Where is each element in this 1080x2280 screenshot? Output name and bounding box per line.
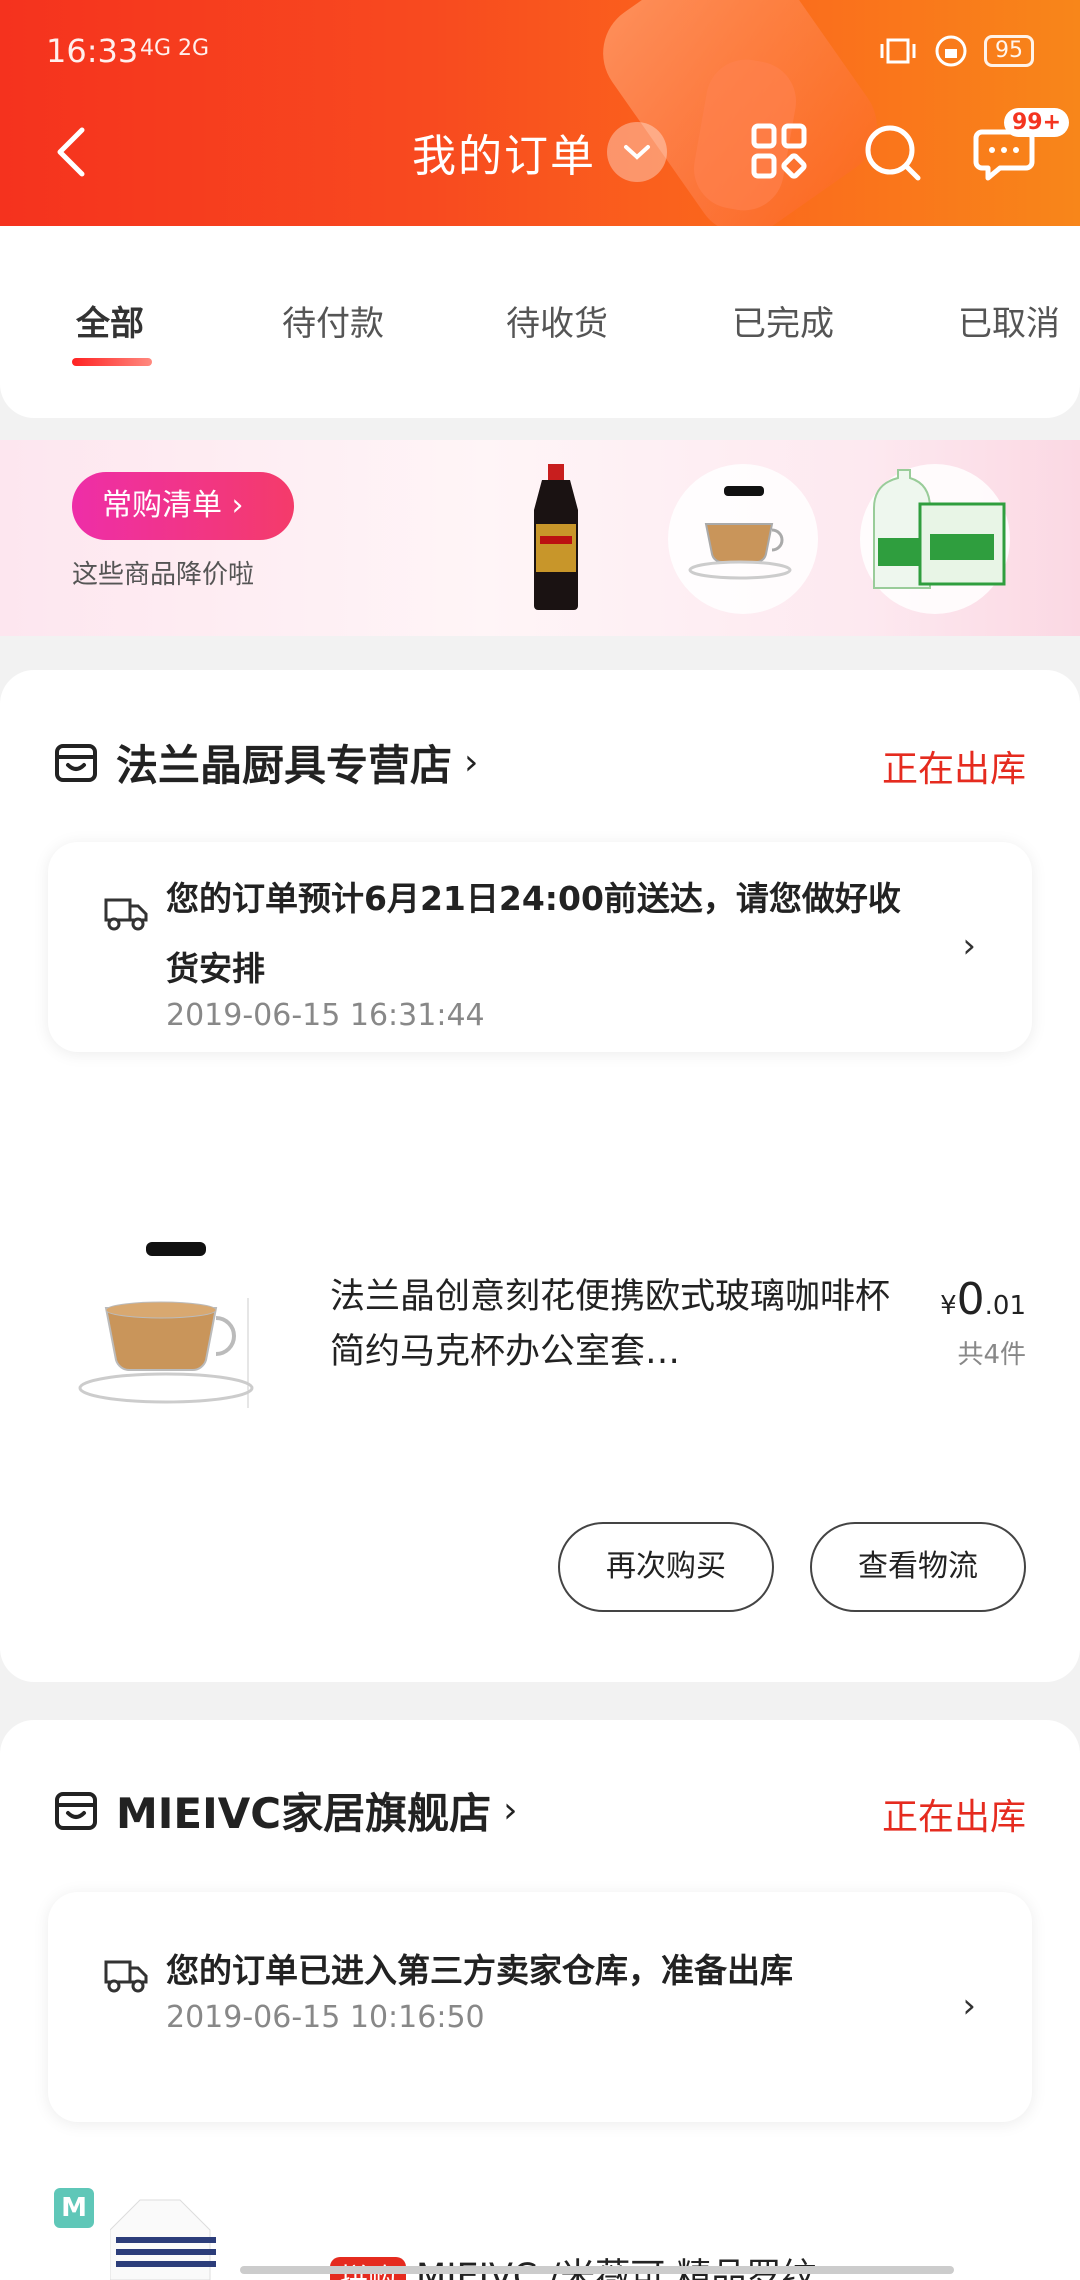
product-price: ¥0.01 [940, 1274, 1026, 1325]
product-title-line[interactable]: 拼购MIEIVC /米薇可 精品罗纹 [330, 2248, 816, 2280]
lock-icon [935, 35, 967, 67]
shop-name: 法兰晶厨具专营店 [116, 741, 453, 790]
order-card: MIEIVC家居旗舰店 › 正在出库 您的订单已进入第三方卖家仓库，准备出库 2… [0, 1720, 1080, 2280]
back-icon[interactable] [44, 122, 104, 182]
coffee-cup-image[interactable] [684, 484, 804, 594]
battery-indicator: 95 [984, 35, 1034, 67]
frequent-purchase-banner[interactable]: 常购清单 › 这些商品降价啦 [0, 440, 1080, 636]
shipping-time: 2019-06-15 16:31:44 [166, 998, 485, 1033]
status-bar: 16:33 4G 2G 95 [0, 30, 1080, 80]
truck-icon [104, 1960, 148, 1993]
top-header: 16:33 4G 2G 95 我的订单 99+ [0, 0, 1080, 226]
status-time: 16:33 [46, 32, 139, 70]
shop-icon [55, 743, 97, 782]
search-icon[interactable] [858, 118, 926, 186]
frequent-list-button[interactable]: 常购清单 › [72, 472, 294, 540]
tab-pending-receipt[interactable]: 待收货 [506, 296, 608, 345]
shipping-message: 您的订单已进入第三方卖家仓库，准备出库 [166, 1951, 793, 1990]
shop-name-link[interactable]: MIEIVC家居旗舰店 › [54, 1780, 517, 1841]
active-tab-indicator [72, 358, 152, 366]
shipping-time: 2019-06-15 10:16:50 [166, 2000, 485, 2035]
chevron-right-icon: › [464, 742, 479, 783]
price-decimal: .01 [984, 1291, 1026, 1321]
tab-completed[interactable]: 已完成 [732, 296, 834, 345]
chevron-down-icon [624, 145, 650, 160]
water-pack-image[interactable] [860, 468, 1010, 608]
soy-sauce-image[interactable] [524, 464, 588, 612]
price-integer: 0 [956, 1274, 985, 1325]
shipping-info[interactable]: 您的订单预计6月21日24:00前送达，请您做好收货安排 2019-06-15 … [48, 842, 1032, 1052]
title-dropdown-button[interactable] [607, 122, 667, 182]
view-logistics-button[interactable]: 查看物流 [810, 1522, 1026, 1612]
shop-name-link[interactable]: 法兰晶厨具专营店 › [54, 732, 478, 793]
shop-name: MIEIVC家居旗舰店 [116, 1789, 492, 1838]
status-signal: 4G 2G [140, 36, 210, 61]
order-status: 正在出库 [881, 749, 1026, 790]
tab-all[interactable]: 全部 [76, 296, 144, 345]
banner-subtitle: 这些商品降价啦 [72, 560, 255, 590]
status-right: 95 [878, 34, 1034, 68]
truck-icon [104, 898, 148, 931]
order-tabs: 全部 待付款 待收货 已完成 已取消 [0, 226, 1080, 418]
message-badge: 99+ [1004, 108, 1070, 137]
shop-icon [55, 1791, 97, 1830]
product-title[interactable]: 法兰晶创意刻花便携欧式玻璃咖啡杯简约马克杯办公室套… [330, 1270, 890, 1380]
chevron-right-icon: › [962, 1986, 976, 2026]
brand-logo: M [54, 2188, 94, 2228]
chevron-right-icon: › [503, 1790, 518, 1831]
grid-icon[interactable] [746, 118, 814, 186]
product-image[interactable] [110, 2190, 230, 2280]
order-card: 法兰晶厨具专营店 › 正在出库 您的订单预计6月21日24:00前送达，请您做好… [0, 670, 1080, 1682]
chevron-right-icon: › [962, 926, 976, 966]
rebuy-button[interactable]: 再次购买 [558, 1522, 774, 1612]
tab-pending-payment[interactable]: 待付款 [282, 296, 384, 345]
shipping-message: 您的订单预计6月21日24:00前送达，请您做好收货安排 [166, 879, 901, 988]
product-quantity: 共4件 [957, 1340, 1026, 1370]
tab-cancelled[interactable]: 已取消 [958, 296, 1060, 345]
page-title[interactable]: 我的订单 [412, 120, 596, 184]
vibrate-icon [880, 38, 916, 64]
scroll-indicator [240, 2266, 954, 2274]
price-symbol: ¥ [940, 1291, 957, 1321]
nav-bar: 我的订单 99+ [0, 108, 1080, 192]
product-image[interactable] [76, 1238, 276, 1438]
shipping-info[interactable]: 您的订单已进入第三方卖家仓库，准备出库 2019-06-15 10:16:50 … [48, 1892, 1032, 2122]
order-status: 正在出库 [881, 1797, 1026, 1838]
